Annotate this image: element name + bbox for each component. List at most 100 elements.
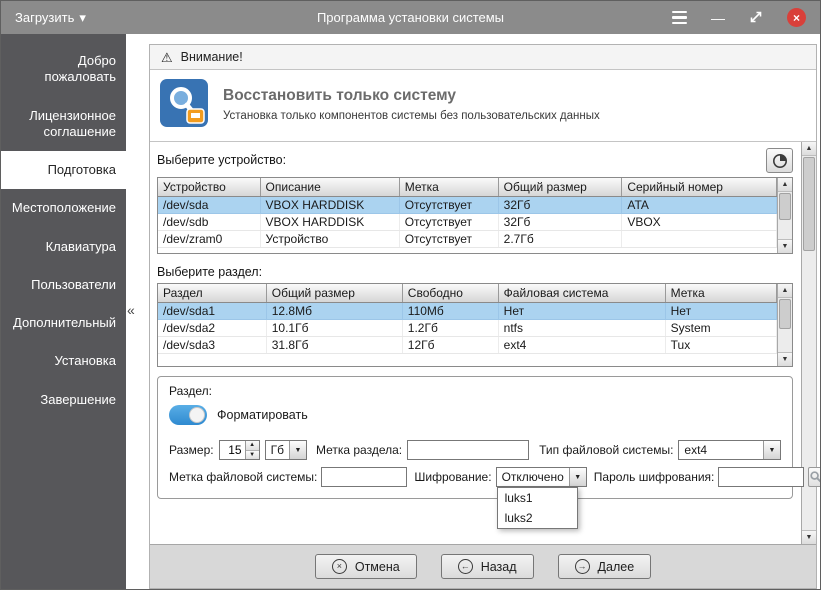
size-input[interactable] [219,441,245,459]
scroll-up-icon[interactable]: ▲ [778,284,792,298]
caret-down-icon: ▾ [79,9,86,25]
sidebar-item[interactable]: Пользователи [1,266,126,304]
table-cell: Устройство [260,230,400,248]
main-scrollbar[interactable]: ▲ ▼ [801,142,816,544]
cancel-label: Отмена [354,559,400,574]
sidebar-item[interactable]: Дополнительный [1,304,126,342]
column-header[interactable]: Свободно [402,284,499,303]
titlebar: Загрузить ▾ Программа установки системы … [1,1,820,34]
close-icon[interactable]: × [787,8,806,27]
next-label: Далее [597,559,635,574]
dropdown-arrow-icon: ▼ [763,441,780,459]
sidebar-item[interactable]: Местоположение [1,189,126,227]
sidebar-item[interactable]: Подготовка [1,151,126,190]
warning-text: Внимание! [180,50,243,64]
table-cell: 2.7Гб [498,230,623,248]
sidebar-collapse-button[interactable]: « [127,302,135,318]
table-cell: Нет [498,302,666,320]
partition-label-label: Метка раздела: [315,443,403,457]
warning-bar: ⚠ Внимание! [150,45,816,70]
scroll-down-icon[interactable]: ▼ [778,352,792,366]
back-label: Назад [480,559,517,574]
warning-icon: ⚠ [161,49,173,65]
content-panel: ⚠ Внимание! Восстановить только систему … [149,44,820,589]
size-spinner: ▲ ▼ [218,440,260,460]
toggle-knob [189,407,205,423]
partition-section-label: Выберите раздел: [157,265,263,279]
table-cell: VBOX HARDDISK [260,196,400,214]
table-cell: Tux [665,336,777,354]
table-cell: 10.1Гб [266,319,403,337]
column-header[interactable]: Серийный номер [621,178,777,197]
disk-usage-button[interactable] [766,148,793,173]
scroll-up-icon[interactable]: ▲ [802,142,816,156]
format-toggle[interactable] [169,405,207,425]
encryption-option[interactable]: luks2 [498,508,577,528]
table-row[interactable]: /dev/sda2 10.1Гб 1.2Гб ntfs System [158,319,777,337]
table-cell: ATA [621,196,777,214]
load-menu-label: Загрузить [15,10,75,25]
encryption-option[interactable]: luks1 [498,488,577,508]
encryption-select[interactable]: Отключено ▼ luks1 luks2 [495,467,587,529]
scroll-up-icon[interactable]: ▲ [778,178,792,192]
cancel-button[interactable]: × Отмена [314,554,417,579]
spin-down-icon[interactable]: ▼ [245,450,259,459]
sidebar-item[interactable]: Добро пожаловать [1,42,126,97]
partition-table-scrollbar[interactable]: ▲ ▼ [777,284,792,366]
footer-bar: × Отмена ← Назад → Далее [150,544,816,588]
scroll-down-icon[interactable]: ▼ [778,239,792,253]
table-row[interactable]: /dev/sdb VBOX HARDDISK Отсутствует 32Гб VBOX [158,213,777,231]
load-menu-button[interactable]: Загрузить ▾ [1,1,100,34]
scroll-area: Выберите устройство: Устройство Описание М… [150,142,820,544]
column-header[interactable]: Общий размер [498,178,623,197]
sidebar-item[interactable]: Завершение [1,381,126,419]
sidebar-item[interactable]: Установка [1,342,126,380]
table-cell: /dev/sda1 [158,302,267,320]
device-table-scrollbar[interactable]: ▲ ▼ [777,178,792,253]
sidebar-item[interactable]: Лицензионное соглашение [1,97,126,152]
table-row[interactable]: /dev/sda1 12.8Мб 110Мб Нет Нет [158,302,777,320]
fs-type-select[interactable]: ext4 ▼ [678,440,781,460]
table-row[interactable]: /dev/sda VBOX HARDDISK Отсутствует 32Гб ATA [158,196,777,214]
table-row[interactable]: /dev/sda3 31.8Гб 12Гб ext4 Tux [158,336,777,354]
encryption-password-input[interactable] [718,467,805,487]
next-icon: → [574,559,590,574]
table-cell: /dev/sda2 [158,319,267,337]
column-header[interactable]: Раздел [158,284,267,303]
column-header[interactable]: Общий размер [266,284,403,303]
minimize-icon[interactable]: — [711,11,725,25]
scroll-down-icon[interactable]: ▼ [802,530,816,544]
column-header[interactable]: Метка [399,178,499,197]
next-button[interactable]: → Далее [557,554,652,579]
table-cell: 32Гб [498,196,623,214]
table-cell: Отсутствует [399,196,499,214]
fs-type-value: ext4 [684,443,708,457]
table-row[interactable]: /dev/zram0 Устройство Отсутствует 2.7Гб [158,230,777,248]
column-header[interactable]: Устройство [158,178,261,197]
password-label: Пароль шифрования: [593,470,715,484]
menu-icon[interactable] [672,10,687,25]
table-cell: ntfs [498,319,666,337]
maximize-icon[interactable] [749,10,763,26]
partition-table: Раздел Общий размер Свободно Файловая систе… [157,283,793,367]
column-header[interactable]: Метка [665,284,777,303]
partition-label-input[interactable] [407,440,530,460]
size-unit-select[interactable]: Гб ▼ [264,440,307,460]
back-icon: ← [457,559,473,574]
dropdown-arrow-icon: ▼ [288,441,306,459]
fs-label-input[interactable] [321,467,408,487]
sidebar-item[interactable]: Клавиатура [1,228,126,266]
column-header[interactable]: Файловая система [498,284,666,303]
spin-up-icon[interactable]: ▲ [245,441,259,451]
table-cell: System [665,319,777,337]
table-cell: 12Гб [402,336,499,354]
size-unit-value: Гб [270,443,284,457]
back-button[interactable]: ← Назад [440,554,534,579]
page-subtitle: Установка только компонентов системы без… [223,110,600,122]
size-label: Размер: [169,443,214,457]
dropdown-arrow-icon: ▼ [568,468,586,486]
table-cell: 12.8Мб [266,302,403,320]
table-cell: /dev/sdb [158,213,261,231]
sidebar: Добро пожаловать Лицензионное соглашение П… [1,34,126,589]
column-header[interactable]: Описание [260,178,400,197]
